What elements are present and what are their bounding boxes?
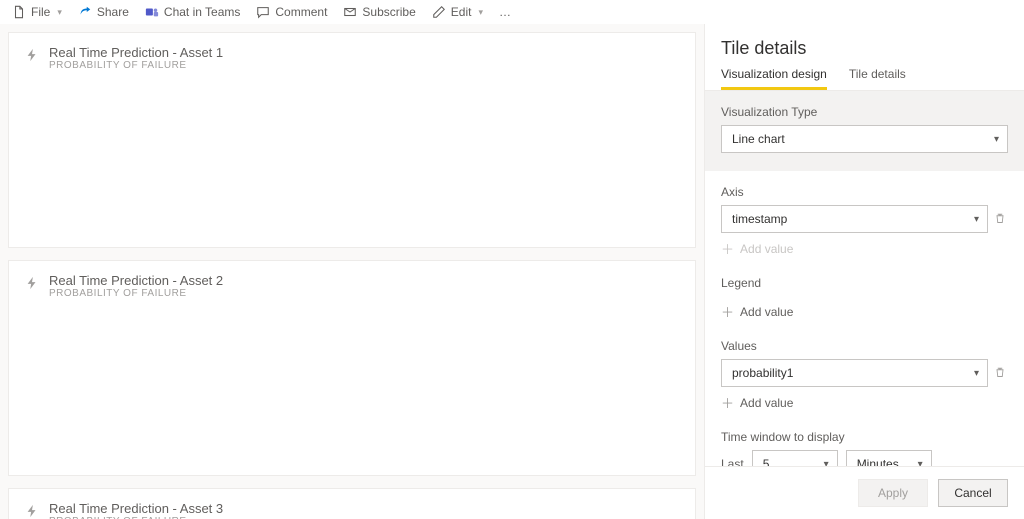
chevron-down-icon: ▾ <box>478 7 483 18</box>
top-toolbar: File ▾ Share Chat in Teams Comment Sub <box>0 0 1024 24</box>
teams-icon <box>145 5 159 19</box>
values-section: Values probability1 ▾ ＋ Add value <box>721 339 1008 412</box>
chevron-down-icon: ▾ <box>974 214 979 225</box>
chevron-down-icon: ▾ <box>918 459 923 467</box>
file-icon <box>12 5 26 19</box>
tile-title: Real Time Prediction - Asset 2 <box>49 273 223 288</box>
file-label: File <box>31 5 50 19</box>
time-window-section: Time window to display Last 5 ▾ Minutes … <box>721 430 1008 466</box>
last-label: Last <box>721 457 744 466</box>
tile[interactable]: Real Time Prediction - Asset 3 PROBABILI… <box>8 488 696 519</box>
axis-section: Axis timestamp ▾ ＋ Add value <box>721 185 1008 258</box>
share-button[interactable]: Share <box>72 3 135 21</box>
tile-subtitle: PROBABILITY OF FAILURE <box>49 288 223 299</box>
time-window-label: Time window to display <box>721 430 1008 444</box>
cancel-button[interactable]: Cancel <box>938 479 1008 507</box>
time-unit-select[interactable]: Minutes ▾ <box>846 450 932 466</box>
chevron-down-icon: ▾ <box>824 459 829 467</box>
axis-add-value: ＋ Add value <box>721 239 793 258</box>
remove-value-icon[interactable] <box>994 366 1008 380</box>
chat-label: Chat in Teams <box>164 5 240 19</box>
tile-title: Real Time Prediction - Asset 3 <box>49 501 223 516</box>
legend-add-value[interactable]: ＋ Add value <box>721 302 793 321</box>
axis-select[interactable]: timestamp ▾ <box>721 205 988 233</box>
chat-teams-button[interactable]: Chat in Teams <box>139 3 246 21</box>
comment-button[interactable]: Comment <box>250 3 333 21</box>
tile-subtitle: PROBABILITY OF FAILURE <box>49 60 223 71</box>
tab-visualization-design[interactable]: Visualization design <box>721 67 827 90</box>
edit-button[interactable]: Edit ▾ <box>426 3 489 21</box>
panel-footer: Apply Cancel <box>705 466 1024 519</box>
dashboard-canvas: Real Time Prediction - Asset 1 PROBABILI… <box>0 24 704 519</box>
legend-section: Legend ＋ Add value <box>721 276 1008 321</box>
lightning-icon <box>25 276 39 290</box>
values-label: Values <box>721 339 1008 353</box>
time-amount-value: 5 <box>763 457 770 466</box>
values-select[interactable]: probability1 ▾ <box>721 359 988 387</box>
tile[interactable]: Real Time Prediction - Asset 1 PROBABILI… <box>8 32 696 248</box>
mail-icon <box>343 5 357 19</box>
tile-title: Real Time Prediction - Asset 1 <box>49 45 223 60</box>
plus-icon: ＋ <box>721 239 734 258</box>
edit-label: Edit <box>451 5 472 19</box>
add-value-label: Add value <box>740 305 793 319</box>
time-amount-select[interactable]: 5 ▾ <box>752 450 838 466</box>
tab-tile-details[interactable]: Tile details <box>849 67 906 90</box>
share-label: Share <box>97 5 129 19</box>
visualization-type-value: Line chart <box>732 132 785 146</box>
chevron-down-icon: ▾ <box>974 368 979 379</box>
chevron-down-icon: ▾ <box>994 134 999 145</box>
axis-value: timestamp <box>732 212 787 226</box>
subscribe-label: Subscribe <box>362 5 415 19</box>
visualization-type-label: Visualization Type <box>721 105 1008 119</box>
more-button[interactable]: … <box>493 3 517 21</box>
add-value-label: Add value <box>740 396 793 410</box>
visualization-type-select[interactable]: Line chart ▾ <box>721 125 1008 153</box>
lightning-icon <box>25 48 39 62</box>
remove-axis-icon[interactable] <box>994 212 1008 226</box>
share-icon <box>78 5 92 19</box>
subscribe-button[interactable]: Subscribe <box>337 3 421 21</box>
panel-tabs: Visualization design Tile details <box>705 67 1024 91</box>
comment-label: Comment <box>275 5 327 19</box>
comment-icon <box>256 5 270 19</box>
plus-icon: ＋ <box>721 393 734 412</box>
values-add-value[interactable]: ＋ Add value <box>721 393 793 412</box>
lightning-icon <box>25 504 39 518</box>
apply-button[interactable]: Apply <box>858 479 928 507</box>
chevron-down-icon: ▾ <box>57 7 62 18</box>
time-unit-value: Minutes <box>857 457 899 466</box>
tile[interactable]: Real Time Prediction - Asset 2 PROBABILI… <box>8 260 696 476</box>
axis-label: Axis <box>721 185 1008 199</box>
visualization-type-section: Visualization Type Line chart ▾ <box>705 91 1024 171</box>
legend-label: Legend <box>721 276 1008 290</box>
panel-title: Tile details <box>705 24 1024 67</box>
ellipsis-icon: … <box>499 5 511 19</box>
tile-body <box>9 307 695 475</box>
values-value: probability1 <box>732 366 793 380</box>
plus-icon: ＋ <box>721 302 734 321</box>
tile-body <box>9 79 695 247</box>
tile-details-panel: Tile details Visualization design Tile d… <box>704 24 1024 519</box>
add-value-label: Add value <box>740 242 793 256</box>
file-menu[interactable]: File ▾ <box>6 3 68 21</box>
pencil-icon <box>432 5 446 19</box>
